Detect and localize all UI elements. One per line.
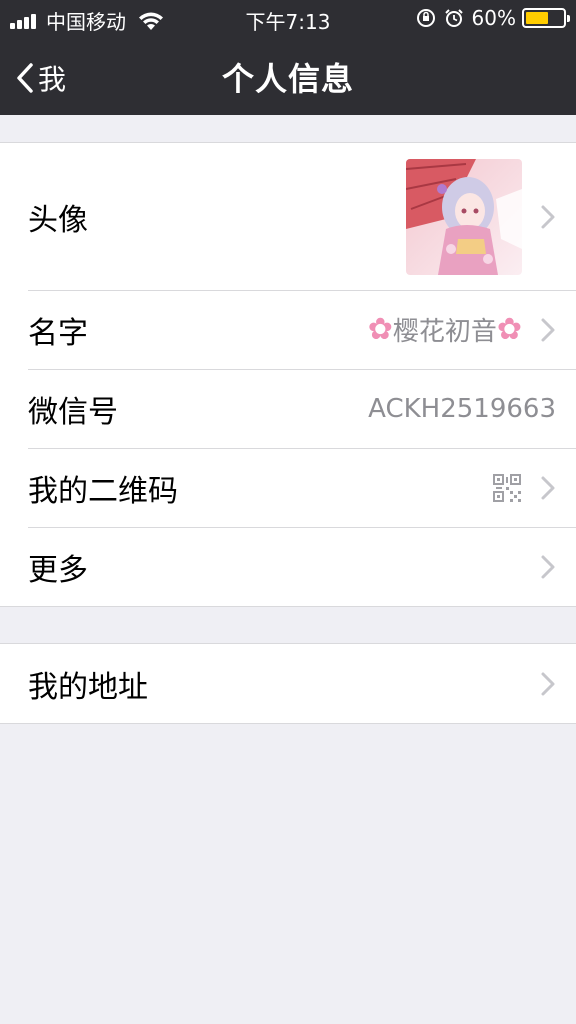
status-bar: 中国移动 下午7:13 60%: [0, 0, 576, 38]
avatar-image: [406, 158, 522, 275]
chevron-right-icon: [541, 672, 555, 695]
avatar-label: 头像: [28, 202, 88, 238]
name-value: 樱花初音: [392, 317, 497, 347]
chevron-right-icon: [541, 476, 555, 499]
top-bar: 中国移动 下午7:13 60% 我 个人信息: [0, 0, 576, 115]
battery-level: [526, 12, 548, 24]
address-right: [522, 671, 556, 697]
name-right: ✿ 樱花初音 ✿: [368, 311, 556, 348]
avatar-row[interactable]: 头像: [0, 143, 576, 290]
avatar[interactable]: [406, 158, 522, 275]
wechat-id-label: 微信号: [28, 394, 118, 430]
more-right: [522, 554, 556, 580]
battery-percent: 60%: [471, 6, 516, 30]
wechat-id-row[interactable]: 微信号 ACKH2519663: [0, 369, 576, 448]
address-label: 我的地址: [28, 669, 148, 705]
chevron-right-icon: [541, 555, 555, 578]
status-right: 60%: [416, 6, 570, 30]
qrcode-label: 我的二维码: [28, 473, 178, 509]
navigation-bar: 我 个人信息: [0, 38, 576, 115]
name-row[interactable]: 名字 ✿ 樱花初音 ✿: [0, 290, 576, 369]
wechat-id-value: ACKH2519663: [368, 393, 556, 424]
qrcode-right: [492, 473, 556, 503]
chevron-right-icon: [541, 318, 555, 341]
qr-code-icon: [493, 473, 521, 502]
address-row[interactable]: 我的地址: [0, 644, 576, 723]
address-group: 我的地址: [0, 643, 576, 724]
cherry-blossom-icon: ✿: [496, 311, 522, 347]
page-title: 个人信息: [221, 60, 354, 98]
cherry-blossom-icon: ✿: [367, 311, 393, 347]
qrcode-row[interactable]: 我的二维码: [0, 448, 576, 527]
wechat-id-right: ACKH2519663: [368, 394, 556, 424]
profile-group: 头像 名字 ✿ 樱花初音 ✿ 微信号 ACKH2519663 我的二维码 更多: [0, 142, 576, 607]
battery-icon: [522, 8, 570, 28]
chevron-right-icon: [541, 205, 555, 228]
orientation-lock-icon: [416, 9, 435, 27]
alarm-icon: [444, 9, 463, 27]
more-row[interactable]: 更多: [0, 527, 576, 606]
avatar-right: [406, 158, 556, 275]
more-label: 更多: [28, 552, 88, 588]
name-label: 名字: [28, 315, 88, 351]
